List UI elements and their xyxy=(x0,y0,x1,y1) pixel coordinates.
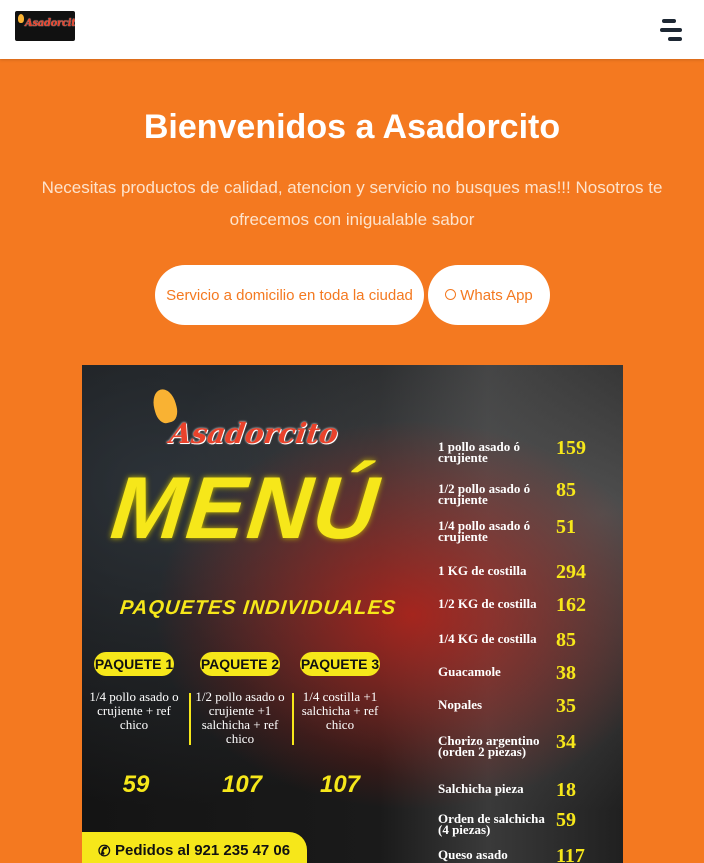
orders-banner: ✆ Pedidos al 921 235 47 06 xyxy=(82,832,307,863)
item-name: 1/2 pollo asado ó crujiente xyxy=(438,481,531,507)
delivery-button-label: Servicio a domicilio en toda la ciudad xyxy=(166,286,413,304)
item-price: 85 xyxy=(556,629,576,651)
menu-item: 1 pollo asado ó crujiente 159 xyxy=(438,437,598,473)
package-1-price: 59 xyxy=(122,771,150,798)
hero-subtitle: Necesitas productos de calidad, atencion… xyxy=(41,178,663,229)
package-2-badge: PAQUETE 2 xyxy=(200,652,280,676)
item-price: 38 xyxy=(556,662,576,684)
item-name: Queso asado xyxy=(438,847,508,862)
delivery-button[interactable]: Servicio a domicilio en toda la ciudad xyxy=(155,265,424,325)
item-name: Nopales xyxy=(438,697,483,712)
item-price: 159 xyxy=(556,437,586,459)
item-name: 1/4 pollo asado ó crujiente xyxy=(438,518,531,544)
package-3-description: 1/4 costilla +1 salchicha + ref chico xyxy=(301,689,379,732)
item-name: 1/2 KG de costilla xyxy=(438,596,537,611)
menu-item: 1 KG de costilla 294 xyxy=(438,561,598,597)
menu-brand: Asadorcito xyxy=(167,417,341,450)
menu-item: Guacamole 38 xyxy=(438,662,598,698)
item-name: 1 pollo asado ó crujiente xyxy=(438,439,520,465)
packages-title: PAQUETES INDIVIDUALES xyxy=(118,597,398,619)
menu-item: Nopales 35 xyxy=(438,695,598,731)
package-1-description: 1/4 pollo asado o crujiente + ref chico xyxy=(89,689,179,732)
package-3-badge: PAQUETE 3 xyxy=(300,652,380,676)
item-price: 117 xyxy=(556,845,585,863)
whatsapp-button[interactable]: Whats App xyxy=(428,265,550,325)
menu-item: 1/2 KG de costilla 162 xyxy=(438,594,598,630)
item-price: 162 xyxy=(556,594,586,616)
item-name: Orden de salchicha (4 piezas) xyxy=(438,811,545,837)
site-logo[interactable]: Asadorcito xyxy=(15,11,75,41)
menu-item: 1/4 pollo asado ó crujiente 51 xyxy=(438,516,598,552)
package-1-badge: PAQUETE 1 xyxy=(94,652,174,676)
flame-icon xyxy=(18,14,24,23)
phone-icon: ✆ xyxy=(98,843,111,860)
item-name: Chorizo argentino (orden 2 piezas) xyxy=(438,733,540,759)
item-price: 59 xyxy=(556,809,576,831)
item-name: 1/4 KG de costilla xyxy=(438,631,537,646)
menu-title: MENÚ xyxy=(106,458,385,557)
orders-phone: Pedidos al 921 235 47 06 xyxy=(115,842,291,859)
menu-item: 1/4 KG de costilla 85 xyxy=(438,629,598,665)
item-price: 35 xyxy=(556,695,576,717)
menu-item: Chorizo argentino (orden 2 piezas) 34 xyxy=(438,731,598,767)
whatsapp-button-label: Whats App xyxy=(460,286,533,304)
item-price: 85 xyxy=(556,479,576,501)
item-name: Salchicha pieza xyxy=(438,781,524,796)
menu-item: Orden de salchicha (4 piezas) 59 xyxy=(438,809,598,845)
package-2-price: 107 xyxy=(221,771,263,798)
item-name: Guacamole xyxy=(438,664,501,679)
item-price: 18 xyxy=(556,779,576,801)
whatsapp-icon xyxy=(445,288,457,300)
logo-text: Asadorcito xyxy=(25,18,75,29)
package-3-price: 107 xyxy=(319,771,361,798)
navbar: Asadorcito xyxy=(0,0,704,59)
menu-image: Asadorcito MENÚ PAQUETES INDIVIDUALES PA… xyxy=(82,365,623,863)
item-price: 294 xyxy=(556,561,586,583)
hero-title: Bienvenidos a Asadorcito xyxy=(143,108,561,146)
item-name: 1 KG de costilla xyxy=(438,563,527,578)
item-price: 51 xyxy=(556,516,576,538)
menu-item: Queso asado 117 xyxy=(438,845,598,863)
package-2-description: 1/2 pollo asado o crujiente +1 salchicha… xyxy=(195,689,285,746)
hamburger-menu-icon[interactable] xyxy=(656,16,686,44)
item-price: 34 xyxy=(556,731,576,753)
menu-item: 1/2 pollo asado ó crujiente 85 xyxy=(438,479,598,515)
